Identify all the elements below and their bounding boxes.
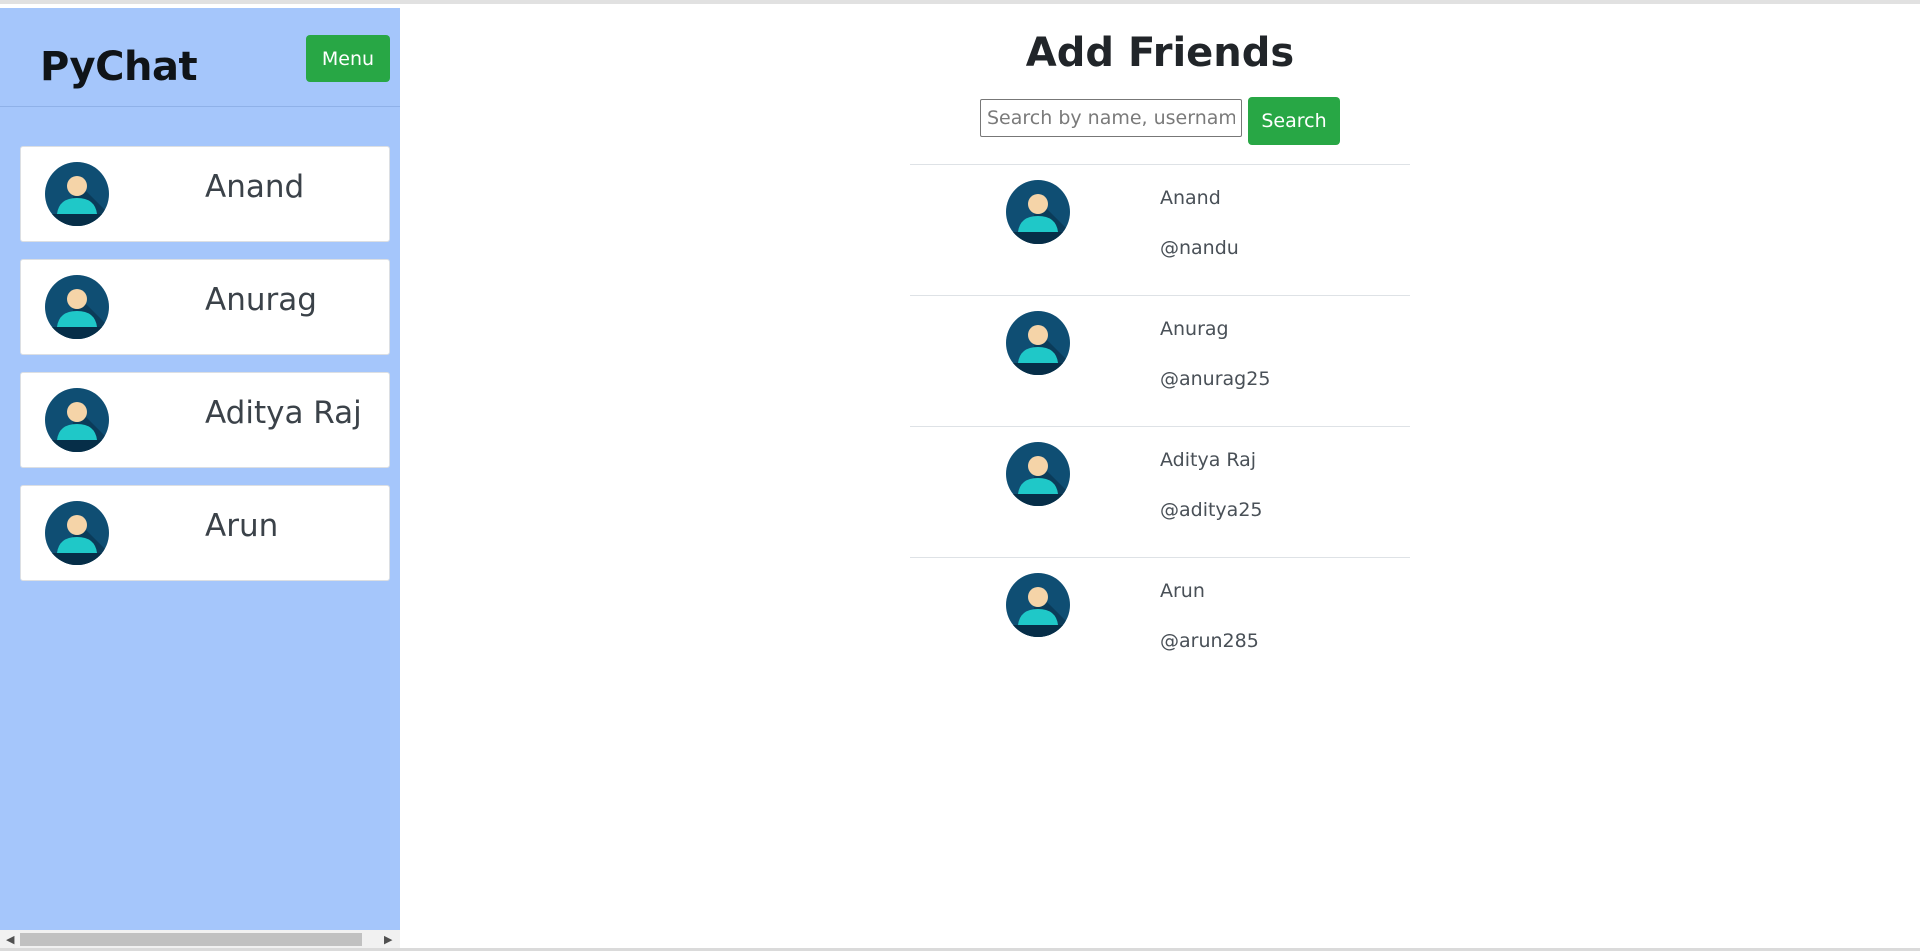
result-item-anurag[interactable]: Anurag @anurag25: [910, 295, 1410, 426]
horizontal-scrollbar[interactable]: ◀ ▶: [0, 930, 400, 948]
menu-button[interactable]: Menu: [306, 35, 390, 82]
sidebar: PyChat Menu Anand Anurag Aditya Raj Arun: [0, 8, 400, 930]
scrollbar-thumb[interactable]: [20, 933, 362, 946]
scroll-left-arrow-icon[interactable]: ◀: [6, 933, 14, 946]
chat-item-anand[interactable]: Anand: [20, 146, 390, 242]
result-name: Anurag: [1160, 318, 1229, 340]
user-avatar-icon: [45, 162, 109, 226]
search-results-list: Anand @nandu Anurag @anurag25 Aditya Raj…: [910, 164, 1410, 688]
user-avatar-icon: [45, 275, 109, 339]
scroll-right-arrow-icon[interactable]: ▶: [384, 933, 392, 946]
result-item-arun[interactable]: Arun @arun285: [910, 557, 1410, 688]
search-input[interactable]: [980, 99, 1242, 137]
result-name: Anand: [1160, 187, 1221, 209]
chat-item-name: Anand: [205, 169, 305, 205]
result-username: @arun285: [1160, 630, 1259, 652]
result-item-anand[interactable]: Anand @nandu: [910, 164, 1410, 295]
app-frame: PyChat Menu Anand Anurag Aditya Raj Arun…: [0, 0, 1920, 951]
sidebar-header: PyChat Menu: [0, 8, 400, 107]
user-avatar-icon: [1006, 442, 1070, 506]
result-name: Arun: [1160, 580, 1205, 602]
result-username: @aditya25: [1160, 499, 1263, 521]
chat-item-arun[interactable]: Arun: [20, 485, 390, 581]
chat-item-name: Arun: [205, 508, 279, 544]
user-avatar-icon: [1006, 311, 1070, 375]
result-username: @nandu: [1160, 237, 1239, 259]
chat-item-name: Aditya Raj: [205, 395, 362, 431]
user-avatar-icon: [1006, 573, 1070, 637]
chat-item-name: Anurag: [205, 282, 317, 318]
app-brand: PyChat: [40, 44, 198, 90]
user-avatar-icon: [1006, 180, 1070, 244]
result-item-aditya-raj[interactable]: Aditya Raj @aditya25: [910, 426, 1410, 557]
result-username: @anurag25: [1160, 368, 1271, 390]
user-avatar-icon: [45, 388, 109, 452]
main-panel: Add Friends Search Anand @nandu: [400, 8, 1920, 930]
user-avatar-icon: [45, 501, 109, 565]
chat-item-aditya-raj[interactable]: Aditya Raj: [20, 372, 390, 468]
chat-list: Anand Anurag Aditya Raj Arun: [20, 146, 390, 598]
search-button[interactable]: Search: [1248, 97, 1340, 145]
chat-item-anurag[interactable]: Anurag: [20, 259, 390, 355]
page-title: Add Friends: [1025, 30, 1295, 76]
result-name: Aditya Raj: [1160, 449, 1257, 471]
